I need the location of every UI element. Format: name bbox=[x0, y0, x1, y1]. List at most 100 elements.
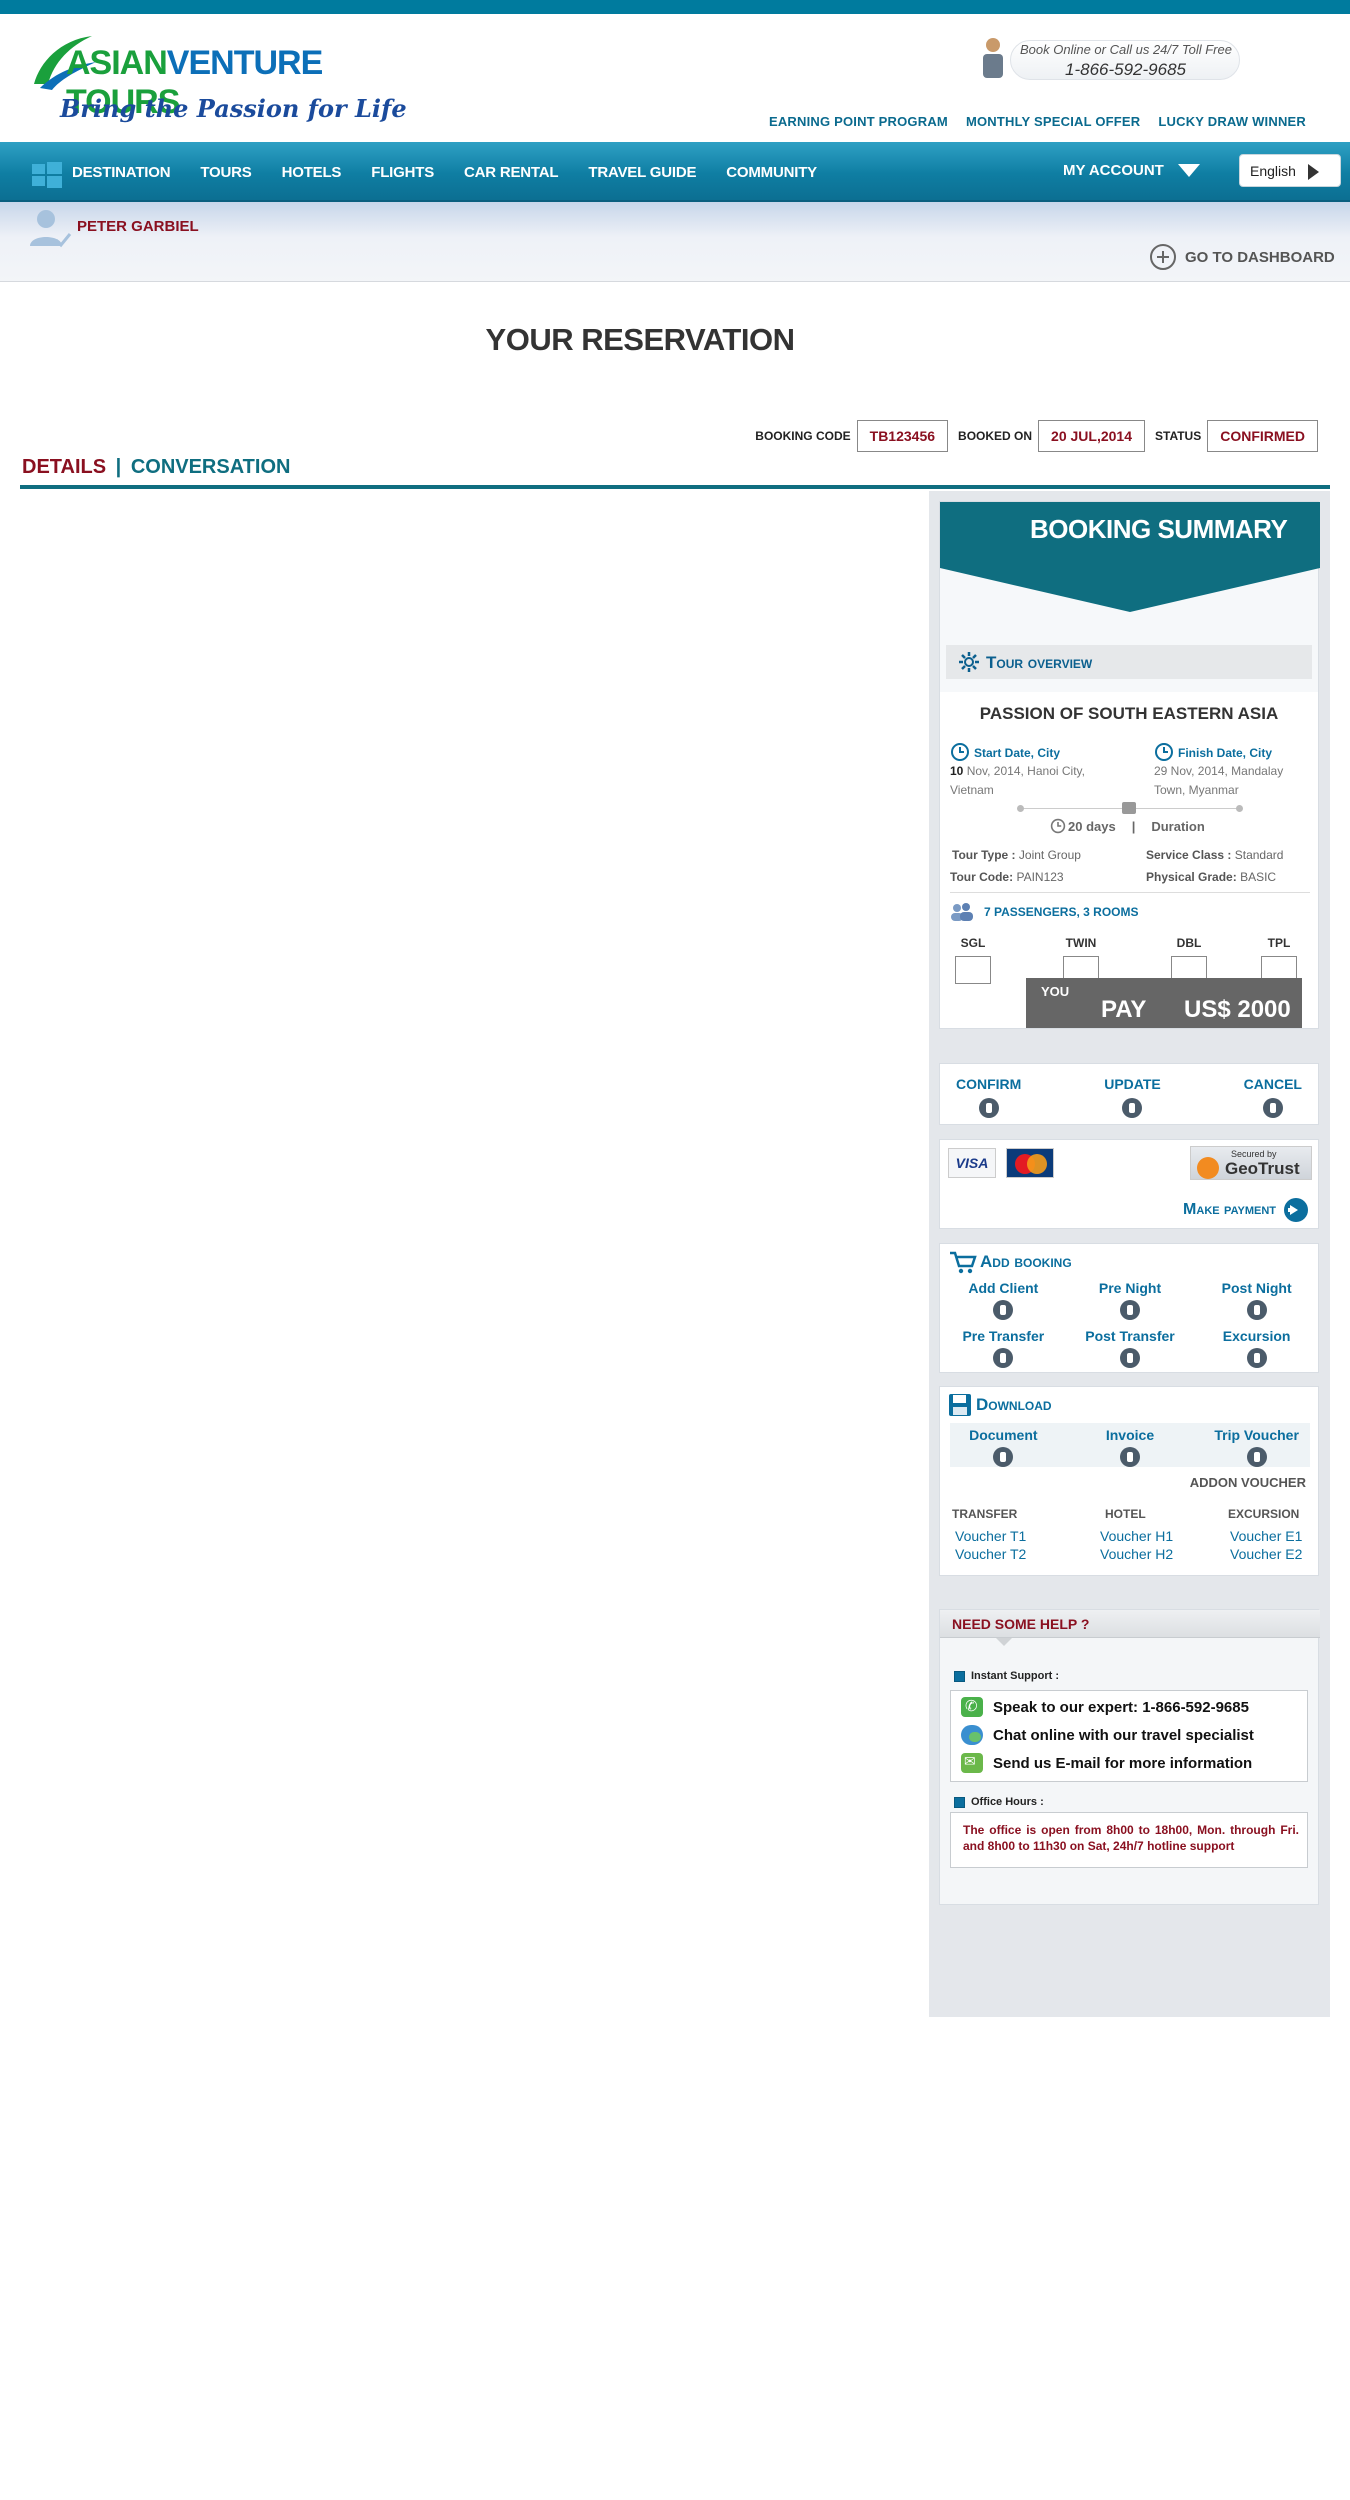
luggage-icon bbox=[1122, 802, 1136, 814]
pre-transfer-button[interactable]: Pre Transfer bbox=[940, 1328, 1067, 1368]
user-name[interactable]: PETER GARBIEL bbox=[77, 218, 199, 235]
my-account-label: MY ACCOUNT bbox=[1063, 162, 1164, 179]
send-email-link[interactable]: Send us E-mail for more information bbox=[961, 1753, 1252, 1773]
go-to-dashboard-link[interactable]: GO TO DASHBOARD bbox=[1150, 244, 1335, 270]
language-select[interactable]: English bbox=[1239, 154, 1341, 187]
voucher-t2-link[interactable]: Voucher T2 bbox=[952, 1545, 1062, 1563]
status-label: STATUS bbox=[1155, 429, 1202, 443]
update-label: UPDATE bbox=[1104, 1076, 1161, 1092]
pin-icon bbox=[1246, 1348, 1267, 1368]
duration-label: Duration bbox=[1151, 818, 1205, 834]
confirm-button[interactable]: CONFIRM bbox=[956, 1076, 1021, 1118]
start-date-label: Start Date, City bbox=[974, 746, 1061, 760]
tab-separator: | bbox=[115, 456, 122, 478]
tour-overview-body: PASSION OF SOUTH EASTERN ASIA Start Date… bbox=[940, 692, 1318, 1028]
update-button[interactable]: UPDATE bbox=[1104, 1076, 1161, 1118]
booked-on-value: 20 JUL,2014 bbox=[1038, 420, 1145, 452]
excursion-heading: EXCURSION bbox=[1228, 1507, 1300, 1521]
support-options: Speak to our expert: 1-866-592-9685 Chat… bbox=[950, 1690, 1308, 1782]
geotrust-icon bbox=[1197, 1157, 1219, 1179]
user-bar: PETER GARBIEL GO TO DASHBOARD bbox=[0, 202, 1350, 282]
excursion-button[interactable]: Excursion bbox=[1193, 1328, 1320, 1368]
duration: 20 days | Duration bbox=[1050, 818, 1205, 834]
add-booking-panel: Add booking Add Client Pre Night Post Ni… bbox=[939, 1243, 1319, 1373]
nav-items: DESTINATION TOURS HOTELS FLIGHTS CAR REN… bbox=[72, 142, 847, 202]
nav-community[interactable]: COMMUNITY bbox=[726, 164, 817, 181]
tour-type: Tour Type : Joint Group bbox=[952, 848, 1081, 862]
clock-icon bbox=[1050, 818, 1066, 834]
call-box[interactable]: Book Online or Call us 24/7 Toll Free 1-… bbox=[980, 32, 1255, 88]
voucher-h1-link[interactable]: Voucher H1 bbox=[1100, 1527, 1210, 1545]
room-label-dbl: DBL bbox=[1176, 936, 1202, 950]
service-class: Service Class : Standard bbox=[1146, 848, 1284, 862]
bullet-square-icon bbox=[954, 1670, 965, 1682]
addon-voucher-heading: ADDON VOUCHER bbox=[1189, 1475, 1306, 1490]
my-account-menu[interactable]: MY ACCOUNT bbox=[1063, 162, 1200, 179]
menu-grid-icon[interactable] bbox=[32, 162, 62, 188]
nav-tours[interactable]: TOURS bbox=[200, 164, 251, 181]
logo[interactable]: ASIANVENTURE TOURS Bring the Passion for… bbox=[30, 24, 407, 134]
group-users-icon bbox=[951, 903, 973, 921]
office-hours-label: Office Hours : bbox=[954, 1796, 1044, 1808]
language-value: English bbox=[1250, 163, 1296, 179]
nav-hotels[interactable]: HOTELS bbox=[282, 164, 342, 181]
finish-date-value: 29 Nov, 2014, Mandalay Town, Myanmar bbox=[1154, 764, 1284, 797]
booking-actions-panel: CONFIRM UPDATE CANCEL bbox=[939, 1063, 1319, 1125]
chat-icon bbox=[961, 1725, 983, 1745]
cancel-button[interactable]: CANCEL bbox=[1244, 1076, 1302, 1118]
download-title: Download bbox=[976, 1395, 1052, 1414]
tab-conversation[interactable]: CONVERSATION bbox=[131, 456, 291, 478]
tab-underline bbox=[20, 485, 1330, 489]
voucher-e1-link[interactable]: Voucher E1 bbox=[1228, 1527, 1338, 1545]
voucher-t1-link[interactable]: Voucher T1 bbox=[952, 1527, 1062, 1545]
link-earning-point[interactable]: EARNING POINT PROGRAM bbox=[769, 114, 948, 129]
download-invoice-button[interactable]: Invoice bbox=[1067, 1427, 1194, 1467]
reservation-tabs: DETAILS | CONVERSATION bbox=[22, 456, 290, 479]
tour-overview-title: Tour overview bbox=[986, 653, 1093, 672]
pay-total: YOU PAY US$ 2000 bbox=[1026, 978, 1302, 1028]
duration-separator: | bbox=[1131, 818, 1136, 834]
download-panel: Download Document Invoice Trip Voucher A… bbox=[939, 1386, 1319, 1576]
post-night-button[interactable]: Post Night bbox=[1193, 1280, 1320, 1320]
booking-info: BOOKING CODE TB123456 BOOKED ON 20 JUL,2… bbox=[755, 420, 1318, 452]
call-phone[interactable]: 1-866-592-9685 bbox=[1065, 60, 1186, 80]
phone-icon bbox=[961, 1697, 983, 1717]
office-hours-text: The office is open from 8h00 to 18h00, M… bbox=[963, 1823, 1299, 1853]
tour-code: Tour Code: PAIN123 bbox=[950, 870, 1064, 884]
nav-destination[interactable]: DESTINATION bbox=[72, 164, 171, 181]
link-monthly-offer[interactable]: MONTHLY SPECIAL OFFER bbox=[966, 114, 1140, 129]
add-client-button[interactable]: Add Client bbox=[940, 1280, 1067, 1320]
pay-word: PAY bbox=[1101, 996, 1147, 1023]
chat-online-link[interactable]: Chat online with our travel specialist bbox=[961, 1725, 1254, 1745]
nav-travel-guide[interactable]: TRAVEL GUIDE bbox=[588, 164, 696, 181]
nav-flights[interactable]: FLIGHTS bbox=[371, 164, 434, 181]
pre-night-button[interactable]: Pre Night bbox=[1067, 1280, 1194, 1320]
logo-tagline: Bring the Passion for Life bbox=[60, 94, 407, 123]
post-transfer-button[interactable]: Post Transfer bbox=[1067, 1328, 1194, 1368]
cancel-label: CANCEL bbox=[1243, 1076, 1302, 1092]
chevron-down-icon bbox=[1177, 164, 1200, 177]
top-links: EARNING POINT PROGRAM MONTHLY SPECIAL OF… bbox=[769, 114, 1306, 129]
speak-to-expert[interactable]: Speak to our expert: 1-866-592-9685 bbox=[961, 1697, 1249, 1717]
nav-car-rental[interactable]: CAR RENTAL bbox=[464, 164, 559, 181]
timeline-start-dot bbox=[1017, 805, 1024, 812]
make-payment-button[interactable]: Make payment bbox=[1183, 1198, 1308, 1222]
confirm-label: CONFIRM bbox=[956, 1076, 1022, 1092]
booked-on-label: BOOKED ON bbox=[958, 429, 1033, 443]
dashboard-label: GO TO DASHBOARD bbox=[1185, 248, 1335, 266]
save-disk-icon bbox=[949, 1394, 971, 1416]
room-label-tpl: TPL bbox=[1267, 936, 1291, 950]
tab-details[interactable]: DETAILS bbox=[22, 456, 106, 478]
summary-banner: BOOKING SUMMARY bbox=[940, 502, 1320, 612]
visa-logo: VISA bbox=[948, 1148, 996, 1178]
transfer-heading: TRANSFER bbox=[952, 1507, 1018, 1521]
voucher-e2-link[interactable]: Voucher E2 bbox=[1228, 1545, 1338, 1563]
pin-icon bbox=[1119, 1300, 1140, 1320]
download-trip-voucher-button[interactable]: Trip Voucher bbox=[1193, 1427, 1320, 1467]
secured-by-text: Secured by bbox=[1231, 1149, 1277, 1159]
voucher-h2-link[interactable]: Voucher H2 bbox=[1100, 1545, 1210, 1563]
link-lucky-draw[interactable]: LUCKY DRAW WINNER bbox=[1158, 114, 1306, 129]
room-input-sgl[interactable] bbox=[955, 956, 991, 984]
pin-icon bbox=[1246, 1300, 1267, 1320]
download-document-button[interactable]: Document bbox=[940, 1427, 1067, 1467]
